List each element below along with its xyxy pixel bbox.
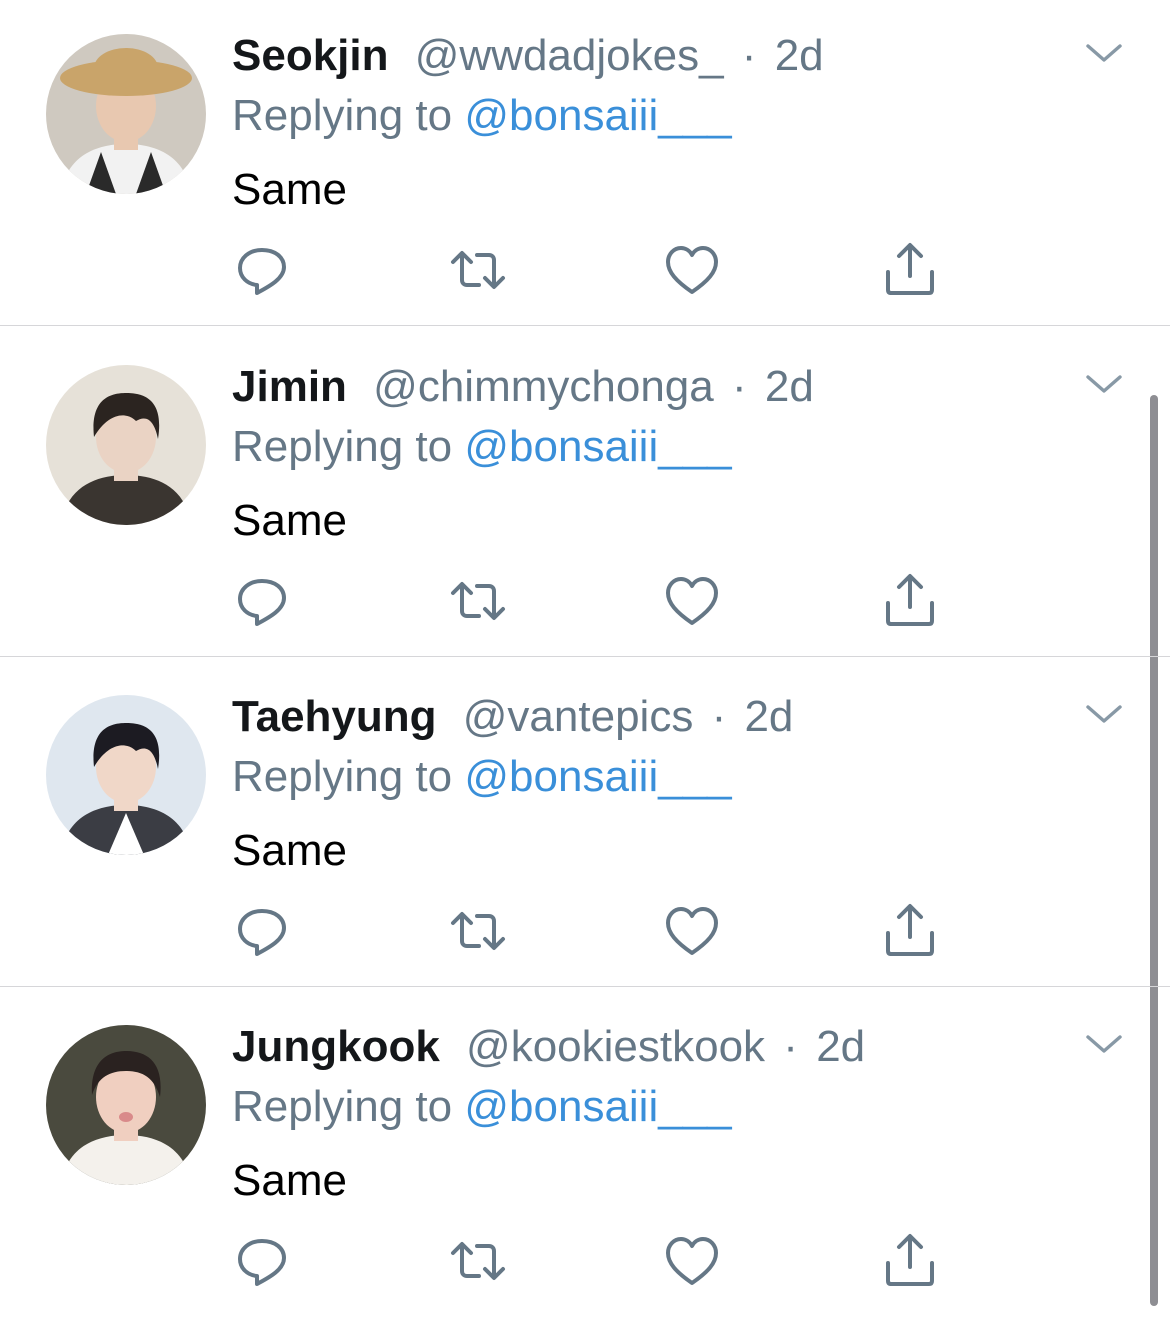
scrollbar[interactable] [1150,395,1158,1306]
heart-icon [666,246,718,294]
tweet-text: Same [232,826,347,875]
share-upload-icon [886,574,934,626]
replying-to-label: Replying to [232,752,465,801]
tweet-header: Seokjin @wwdadjokes_ · 2d [232,28,824,84]
replying-to-label: Replying to [232,1082,465,1131]
action-bar [0,901,1170,961]
reply-button[interactable] [232,1231,292,1291]
replying-to-label: Replying to [232,91,465,140]
tweet-jungkook[interactable]: Jungkook @kookiestkook · 2d Replying to … [0,987,1170,1317]
speech-bubble-icon [238,1239,286,1286]
avatar[interactable] [46,1025,206,1185]
tweet-divider [0,656,1170,657]
retweet-arrows-icon [451,251,505,289]
separator-dot: · [711,692,727,741]
avatar[interactable] [46,365,206,525]
action-bar [0,571,1170,631]
tweet-taehyung[interactable]: Taehyung @vantepics · 2d Replying to @bo… [0,657,1170,987]
avatar-portrait [46,695,206,855]
retweet-arrows-icon [451,582,505,620]
tweet-header: Taehyung @vantepics · 2d [232,689,793,745]
like-button[interactable] [662,240,722,300]
user-handle[interactable]: @kookiestkook [466,1022,765,1071]
heart-icon [666,1237,718,1285]
avatar-portrait [46,365,206,525]
tweet-text: Same [232,165,347,214]
share-upload-icon [886,904,934,956]
like-button[interactable] [662,1231,722,1291]
separator-dot: · [731,362,747,411]
retweet-button[interactable] [448,240,508,300]
replying-to-line: Replying to @bonsaiii___ [232,1079,732,1135]
tweet-divider [0,325,1170,326]
retweet-button[interactable] [448,901,508,961]
replying-to-line: Replying to @bonsaiii___ [232,88,732,144]
separator-dot: · [783,1022,798,1071]
reply-feed: Seokjin @wwdadjokes_ · 2d Replying to @b… [0,0,1170,1306]
avatar[interactable] [46,34,206,194]
tweet-jimin[interactable]: Jimin @chimmychonga · 2d Replying to @bo… [0,327,1170,657]
display-name[interactable]: Seokjin [232,31,389,80]
replying-to-link[interactable]: @bonsaiii___ [464,752,731,801]
tweet-header: Jungkook @kookiestkook · 2d [232,1019,865,1075]
tweet-text: Same [232,1156,347,1205]
action-bar [0,1231,1170,1291]
retweet-button[interactable] [448,1231,508,1291]
speech-bubble-icon [238,579,286,626]
retweet-arrows-icon [451,912,505,950]
reply-button[interactable] [232,571,292,631]
replying-to-link[interactable]: @bonsaiii___ [464,422,731,471]
speech-bubble-icon [238,909,286,956]
chevron-down-icon[interactable] [1082,699,1126,729]
heart-icon [666,577,718,625]
replying-to-line: Replying to @bonsaiii___ [232,749,732,805]
timestamp[interactable]: 2d [816,1022,865,1071]
timestamp[interactable]: 2d [765,362,814,411]
avatar[interactable] [46,695,206,855]
heart-icon [666,907,718,955]
share-upload-icon [886,243,934,295]
share-upload-icon [886,1234,934,1286]
avatar-portrait [46,1025,206,1185]
replying-to-link[interactable]: @bonsaiii___ [464,1082,731,1131]
like-button[interactable] [662,901,722,961]
display-name[interactable]: Taehyung [232,692,437,741]
replying-to-line: Replying to @bonsaiii___ [232,419,732,475]
avatar-portrait [46,34,206,194]
retweet-button[interactable] [448,571,508,631]
replying-to-label: Replying to [232,422,465,471]
chevron-down-icon[interactable] [1082,1029,1126,1059]
share-button[interactable] [880,901,940,961]
tweet-divider [0,986,1170,987]
user-handle[interactable]: @chimmychonga [373,362,714,411]
like-button[interactable] [662,571,722,631]
tweet-seokjin[interactable]: Seokjin @wwdadjokes_ · 2d Replying to @b… [0,0,1170,326]
chevron-down-icon[interactable] [1082,369,1126,399]
timestamp[interactable]: 2d [744,692,793,741]
share-button[interactable] [880,571,940,631]
user-handle[interactable]: @wwdadjokes_ [415,31,724,80]
display-name[interactable]: Jungkook [232,1022,440,1071]
reply-button[interactable] [232,240,292,300]
reply-button[interactable] [232,901,292,961]
tweet-header: Jimin @chimmychonga · 2d [232,359,814,415]
share-button[interactable] [880,1231,940,1291]
tweet-text: Same [232,496,347,545]
retweet-arrows-icon [451,1242,505,1280]
user-handle[interactable]: @vantepics [463,692,694,741]
replying-to-link[interactable]: @bonsaiii___ [464,91,731,140]
display-name[interactable]: Jimin [232,362,347,411]
timestamp[interactable]: 2d [775,31,824,80]
speech-bubble-icon [238,248,286,295]
separator-dot: · [741,31,757,80]
share-button[interactable] [880,240,940,300]
action-bar [0,240,1170,300]
chevron-down-icon[interactable] [1082,38,1126,68]
